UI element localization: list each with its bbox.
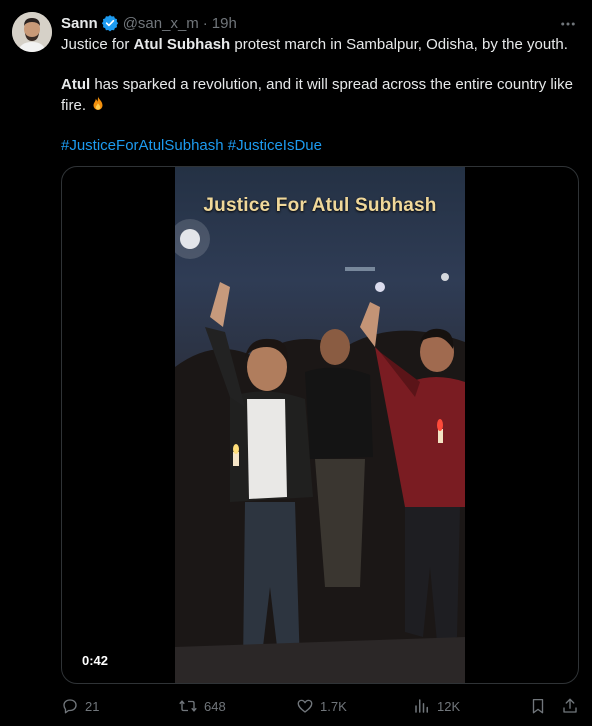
text-segment: Justice for	[61, 36, 134, 53]
video-frame[interactable]: Justice For Atul Subhash	[175, 167, 465, 683]
share-button[interactable]	[561, 696, 585, 716]
tweet[interactable]: Sann @san_x_m · 19h Justice for Atul Sub…	[0, 0, 592, 726]
repost-button[interactable]: 648	[178, 696, 226, 716]
separator-dot: ·	[202, 14, 208, 32]
video-caption: Justice For Atul Subhash	[203, 195, 437, 216]
text-segment: protest march in Sambalpur, Odisha, by t…	[230, 36, 568, 53]
video-player[interactable]: Justice For Atul Subhash 0:42	[61, 166, 579, 684]
video-scene	[175, 219, 465, 683]
share-icon	[563, 698, 577, 713]
bookmark-icon	[532, 698, 544, 714]
tweet-timestamp[interactable]: 19h	[212, 15, 237, 32]
text-segment: has sparked a revolution, and it will sp…	[61, 76, 573, 114]
reply-count: 21	[85, 698, 100, 714]
avatar[interactable]	[12, 12, 52, 52]
tweet-line-2: Atul has sparked a revolution, and it wi…	[61, 75, 581, 116]
hashtags: #JusticeForAtulSubhash #JusticeIsDue	[61, 136, 581, 156]
video-duration: 0:42	[76, 651, 115, 670]
author-name[interactable]: Sann	[61, 15, 98, 32]
views-count: 12K	[437, 698, 461, 714]
views-chart-icon	[415, 699, 428, 713]
heart-icon	[297, 699, 313, 713]
text-bold-segment: Atul	[61, 76, 91, 93]
reply-icon	[63, 699, 77, 714]
action-bar: 21 648 1.7K 12K	[61, 696, 581, 716]
bookmark-button[interactable]	[529, 696, 553, 716]
author-handle[interactable]: @san_x_m	[123, 15, 199, 32]
repost-count: 648	[204, 698, 226, 714]
tweet-text: Justice for Atul Subhash protest march i…	[61, 35, 581, 156]
like-button[interactable]: 1.7K	[296, 696, 347, 716]
text-bold-segment: Atul Subhash	[133, 36, 231, 53]
tweet-header: Sann @san_x_m · 19h	[61, 13, 237, 33]
hashtag-link[interactable]: #JusticeIsDue	[228, 137, 322, 154]
tweet-line-1: Justice for Atul Subhash protest march i…	[61, 35, 581, 55]
hashtag-link[interactable]: #JusticeForAtulSubhash	[61, 137, 224, 154]
repost-icon	[179, 700, 197, 712]
like-count: 1.7K	[320, 698, 347, 714]
views-button[interactable]: 12K	[413, 696, 460, 716]
reply-button[interactable]: 21	[61, 696, 99, 716]
fire-icon	[89, 95, 107, 113]
more-options-icon[interactable]	[558, 14, 578, 34]
verified-badge-icon[interactable]	[101, 14, 119, 32]
